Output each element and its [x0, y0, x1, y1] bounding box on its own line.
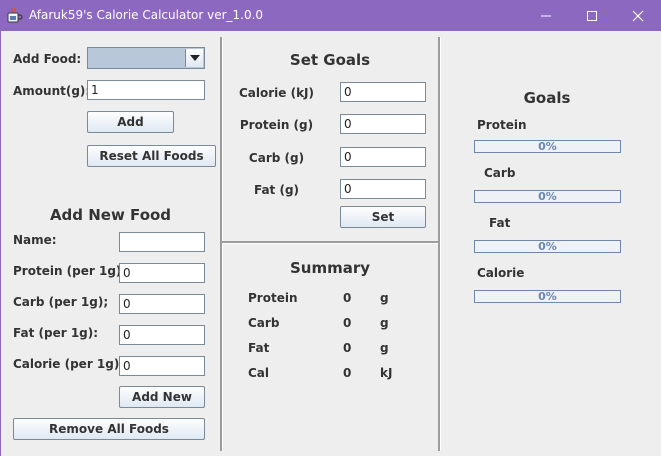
protein-per-gram-input[interactable]: 0 [119, 263, 205, 283]
summary-fat-unit: g [380, 341, 389, 355]
maximize-button[interactable] [569, 0, 615, 31]
set-goals-button[interactable]: Set [340, 206, 426, 228]
amount-input[interactable]: 1 [87, 80, 205, 100]
minimize-icon [541, 15, 551, 17]
add-button[interactable]: Add [87, 111, 174, 133]
summary-carb-unit: g [380, 316, 389, 330]
progress-text: 0% [538, 140, 557, 153]
reset-all-foods-button[interactable]: Reset All Foods [87, 145, 216, 167]
add-food-label: Add Food: [13, 52, 82, 66]
summary-fat-value: 0 [343, 341, 352, 355]
fat-per-gram-label: Fat (per 1g): [13, 326, 99, 340]
calorie-progress-bar: 0% [474, 290, 621, 303]
goal-progress-protein-label: Protein [477, 118, 527, 132]
summary-protein-name: Protein [248, 291, 298, 305]
summary-cal-name: Cal [248, 366, 270, 380]
goal-fat-input[interactable]: 0 [340, 179, 426, 199]
summary-fat-name: Fat [248, 341, 270, 355]
carb-progress-bar: 0% [474, 190, 621, 203]
goal-carb-input[interactable]: 0 [340, 147, 426, 167]
goal-calorie-label: Calorie (kJ) [238, 86, 315, 100]
close-button[interactable] [615, 0, 661, 31]
food-select-arrow[interactable] [185, 49, 203, 67]
protein-per-gram-label: Protein (per 1g): [13, 264, 127, 278]
goal-progress-fat-label: Fat [489, 216, 511, 230]
protein-progress-bar: 0% [474, 140, 621, 153]
summary-carb-name: Carb [248, 316, 280, 330]
divider-left [220, 37, 222, 451]
window-title: Afaruk59's Calorie Calculator ver_1.0.0 [29, 8, 264, 22]
progress-text: 0% [538, 240, 557, 253]
goal-protein-input[interactable]: 0 [340, 114, 426, 134]
calorie-per-gram-label: Calorie (per 1g); [13, 357, 125, 371]
close-icon [632, 10, 644, 22]
add-new-button[interactable]: Add New [119, 386, 205, 408]
food-select[interactable] [87, 47, 205, 69]
set-goals-heading: Set Goals [289, 51, 371, 69]
summary-heading: Summary [289, 259, 371, 277]
remove-all-foods-button[interactable]: Remove All Foods [13, 418, 205, 440]
summary-carb-value: 0 [343, 316, 352, 330]
name-label: Name: [13, 233, 57, 247]
minimize-button[interactable] [523, 0, 569, 31]
fat-per-gram-input[interactable]: 0 [119, 325, 205, 345]
maximize-icon [587, 11, 597, 21]
amount-label: Amount(g): [13, 84, 91, 98]
progress-text: 0% [538, 290, 557, 303]
divider-middle [222, 241, 438, 243]
add-new-food-heading: Add New Food [49, 206, 172, 224]
client-area: Add Food: Amount(g): 1 Add Reset All Foo… [0, 31, 661, 456]
fat-progress-bar: 0% [474, 240, 621, 253]
progress-text: 0% [538, 190, 557, 203]
java-cup-icon [6, 7, 23, 24]
chevron-down-icon [190, 55, 200, 61]
carb-per-gram-label: Carb (per 1g); [13, 295, 109, 309]
summary-cal-value: 0 [343, 366, 352, 380]
title-bar: Afaruk59's Calorie Calculator ver_1.0.0 [0, 0, 661, 31]
goal-fat-label: Fat (g) [253, 183, 300, 197]
carb-per-gram-input[interactable]: 0 [119, 294, 205, 314]
goal-calorie-input[interactable]: 0 [340, 82, 426, 102]
summary-protein-value: 0 [343, 291, 352, 305]
goal-progress-carb-label: Carb [484, 166, 516, 180]
goal-progress-calorie-label: Calorie [477, 266, 525, 280]
goal-carb-label: Carb (g) [248, 151, 305, 165]
goals-heading: Goals [523, 89, 571, 107]
name-input[interactable] [119, 232, 205, 252]
calorie-per-gram-input[interactable]: 0 [119, 356, 205, 376]
goal-protein-label: Protein (g) [239, 118, 314, 132]
summary-cal-unit: kJ [380, 366, 393, 380]
summary-protein-unit: g [380, 291, 389, 305]
